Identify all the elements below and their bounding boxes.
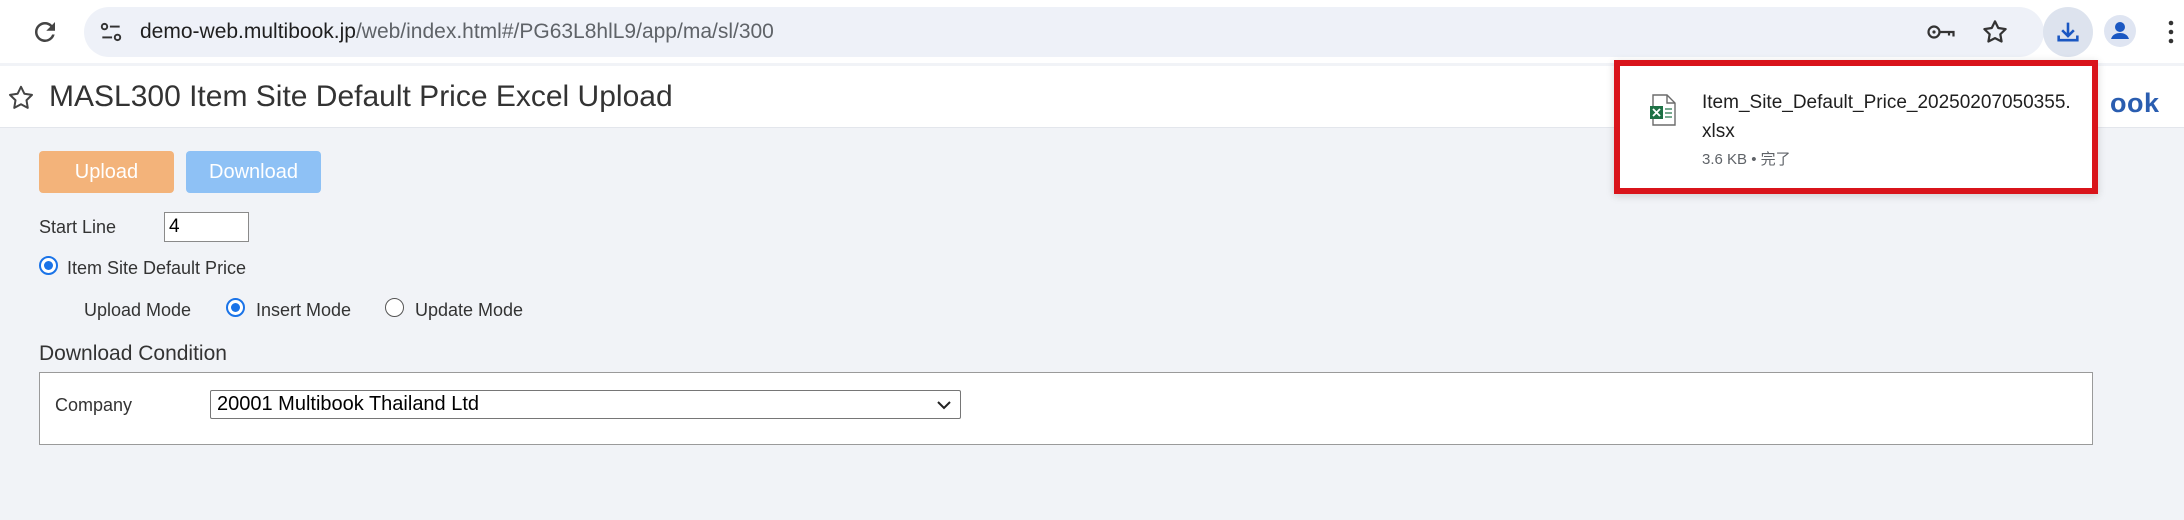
company-label: Company xyxy=(55,395,133,415)
url-host: demo-web.multibook.jp xyxy=(140,20,356,43)
download-popup[interactable]: Item_Site_Default_Price_20250207050355.x… xyxy=(1614,60,2098,194)
site-info-icon[interactable] xyxy=(98,19,124,45)
chevron-down-icon xyxy=(937,401,951,410)
insert-mode-label: Insert Mode xyxy=(256,300,352,320)
item-site-default-price-radio[interactable] xyxy=(39,256,58,275)
password-key-icon[interactable] xyxy=(1926,18,1956,46)
company-select[interactable]: 20001 Multibook Thailand Ltd xyxy=(210,390,961,419)
update-mode-radio[interactable] xyxy=(385,298,404,317)
person-icon xyxy=(2111,22,2129,39)
update-mode-label: Update Mode xyxy=(415,300,524,320)
upload-mode-label: Upload Mode xyxy=(84,300,192,320)
url-text: demo-web.multibook.jp/web/index.html#/PG… xyxy=(140,7,774,57)
address-bar[interactable]: demo-web.multibook.jp/web/index.html#/PG… xyxy=(84,7,2044,57)
excel-file-icon xyxy=(1650,94,1676,126)
reload-icon[interactable] xyxy=(30,17,60,47)
more-menu-icon[interactable] xyxy=(2166,17,2176,47)
url-path: /web/index.html#/PG63L8hlL9/app/ma/sl/30… xyxy=(355,20,774,43)
downloads-button[interactable] xyxy=(2043,7,2093,57)
download-meta: 3.6 KB • 完了 xyxy=(1702,151,1791,168)
company-select-value: 20001 Multibook Thailand Ltd xyxy=(217,393,480,415)
item-site-default-price-label: Item Site Default Price xyxy=(67,258,247,278)
download-button[interactable]: Download xyxy=(186,151,321,193)
page-title: MASL300 Item Site Default Price Excel Up… xyxy=(49,80,673,113)
insert-mode-radio[interactable] xyxy=(226,298,245,317)
favorite-star-icon[interactable] xyxy=(6,83,36,113)
start-line-label: Start Line xyxy=(39,217,117,237)
brand-logo: ook xyxy=(2110,88,2160,118)
profile-avatar[interactable] xyxy=(2104,15,2136,47)
download-filename[interactable]: Item_Site_Default_Price_20250207050355.x… xyxy=(1702,88,2072,146)
start-line-input[interactable]: 4 xyxy=(164,212,249,242)
download-condition-title: Download Condition xyxy=(39,342,227,365)
upload-button[interactable]: Upload xyxy=(39,151,174,193)
download-icon xyxy=(2057,22,2079,42)
bookmark-star-icon[interactable] xyxy=(1980,17,2010,47)
browser-toolbar: demo-web.multibook.jp/web/index.html#/PG… xyxy=(0,0,2184,63)
